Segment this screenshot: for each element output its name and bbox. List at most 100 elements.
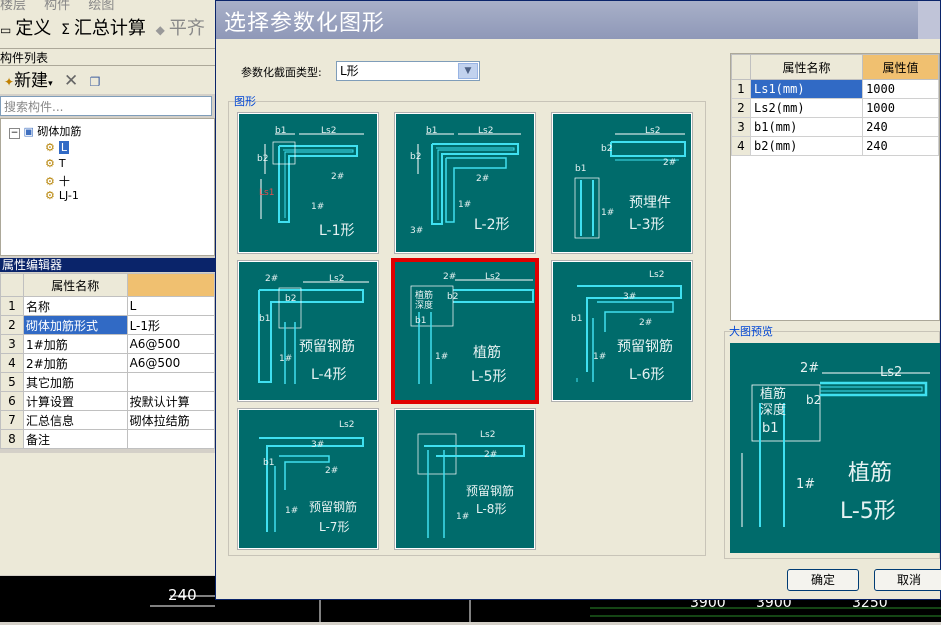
property-value[interactable]: L-1形 [126,315,216,335]
row-number: 2 [731,98,751,118]
close-button[interactable] [918,1,940,39]
attribute-name: Ls1(mm) [749,79,864,99]
search-input[interactable]: 搜索构件... [0,96,212,116]
dim-label: Ls2 [478,126,494,136]
table-row[interactable]: 3 b1(mm) 240 [731,117,939,137]
table-row[interactable]: 6 计算设置 按默认计算 [0,391,216,411]
property-value[interactable]: 按默认计算 [126,391,216,411]
bar-label: 1# [593,352,607,362]
tree-item-L[interactable]: ⚙ L [45,141,70,154]
bar-label: 2# [331,172,345,182]
menu-floor[interactable]: 楼层 [0,0,26,13]
bar-label: 2# [663,158,677,168]
property-value[interactable]: A6@500 [126,353,216,373]
ping-icon: ◆ [155,23,165,37]
shape-thumb-L-8[interactable]: Ls2 2# 1# 预留钢筋 L-8形 [395,409,535,549]
bar-label: 1# [601,208,615,218]
shape-thumb-L-5[interactable]: 2# Ls2 植筋 深度 b2 b1 1# 植筋 L-5形 [391,258,539,404]
shape-diagram [259,437,364,532]
property-value[interactable] [126,429,216,449]
section-type-select[interactable]: L形 ▼ [336,61,480,81]
row-number: 1 [731,79,751,99]
summary-button[interactable]: 汇总计算 [74,18,146,39]
property-value[interactable]: A6@500 [126,334,216,354]
tree-item-T[interactable]: ⚙ T [45,157,66,170]
dropdown-arrow-icon[interactable]: ▾ [48,79,53,89]
table-row[interactable]: 1 名称 L [0,296,216,316]
copy-icon[interactable]: ❐ [90,75,101,89]
table-row[interactable]: 2 砌体加筋形式 L-1形 [0,315,216,335]
dim-label: b1 [575,164,587,174]
define-icon: ▭ [0,23,12,37]
table-row[interactable]: 4 b2(mm) 240 [731,136,939,156]
attribute-table: 属性名称 属性值 1 Ls1(mm) 1000 2 Ls2(mm) 1000 3 b1(mm)… [731,54,939,156]
shape-label: L-3形 [629,217,665,233]
tree-root[interactable]: − ▣ 砌体加筋 [9,123,81,139]
shape-thumb-L-2[interactable]: b1 Ls2 b2 2# 1# 3# L-2形 [395,113,535,253]
bar-label: 1# [311,202,325,212]
shape-label: L-5形 [471,369,507,385]
bar-label: 3# [311,440,325,450]
attribute-value[interactable]: 240 [862,117,939,137]
shape-thumb-L-4[interactable]: 2# Ls2 b2 b1 1# 预留钢筋 L-4形 [238,261,378,401]
menu-component[interactable]: 构件 [44,0,70,13]
delete-icon[interactable]: ✕ [64,71,78,91]
dim-label: b1 [415,316,427,326]
attribute-value[interactable]: 1000 [862,79,939,99]
table-row[interactable]: 3 1#加筋 A6@500 [0,334,216,354]
shape-label: 预留钢筋 [309,500,358,514]
table-row[interactable]: 1 Ls1(mm) 1000 [731,79,939,99]
dim-label: b2 [410,152,422,162]
chevron-down-icon[interactable]: ▼ [458,63,478,79]
dim-label: Ls2 [485,272,501,282]
shape-label: 预留钢筋 [299,339,355,355]
attribute-value[interactable]: 1000 [862,98,939,118]
bar-label: 2# [476,174,490,184]
attribute-value[interactable]: 240 [862,136,939,156]
ok-button[interactable]: 确定 [787,569,859,591]
table-row[interactable]: 5 其它加筋 [0,372,216,392]
dialog-title: 选择参数化图形 [224,11,386,36]
property-value[interactable] [126,372,216,392]
property-name: 备注 [23,429,128,449]
ping-button[interactable]: 平齐 [169,18,205,39]
menu-draw[interactable]: 绘图 [88,0,114,13]
column-header-value: 属性值 [862,54,939,80]
bar-label: 2# [325,466,339,476]
table-row[interactable]: 4 2#加筋 A6@500 [0,353,216,373]
shape-thumb-L-1[interactable]: b1 Ls2 b2 Ls1 2# 1# L-1形 [238,113,378,253]
tree-item-LJ-1[interactable]: ⚙ LJ-1 [45,189,79,202]
new-button[interactable]: 新建 [14,71,48,91]
gear-icon: ⚙ [45,157,55,170]
shape-diagram [576,285,682,382]
dialog-titlebar[interactable]: 选择参数化图形 [216,1,940,39]
shape-thumb-L-7[interactable]: Ls2 3# 2# b1 1# 预留钢筋 L-7形 [238,409,378,549]
bar-label: 2# [800,361,820,376]
new-icon: ✦ [4,75,15,89]
property-value[interactable]: L [126,296,216,316]
shape-thumb-L-6[interactable]: Ls2 3# 2# b1 1# 预留钢筋 L-6形 [552,261,692,401]
depth-label: 深度 [415,301,434,311]
tree-item-cross[interactable]: ⚙ 十 [45,173,70,189]
collapse-icon[interactable]: − [9,128,20,139]
shape-label: L-1形 [319,223,355,239]
property-value[interactable]: 砌体拉结筋 [126,410,216,430]
attribute-name: b1(mm) [749,117,864,137]
row-number: 4 [0,353,24,373]
row-number: 7 [0,410,24,430]
property-name: 其它加筋 [23,372,128,392]
cancel-button[interactable]: 取消 [874,569,941,591]
shape-diagram [410,279,534,384]
shape-thumb-L-3[interactable]: Ls2 b2 2# b1 1# 预埋件 L-3形 [552,113,692,253]
table-row[interactable]: 8 备注 [0,429,216,449]
table-row[interactable]: 7 汇总信息 砌体拉结筋 [0,410,216,430]
dim-label: b2 [601,144,613,154]
section-type-label: 参数化截面类型: [241,66,322,79]
row-number: 6 [0,391,24,411]
dim-label: Ls2 [339,420,355,430]
table-row[interactable]: 2 Ls2(mm) 1000 [731,98,939,118]
shape-label: 预留钢筋 [466,484,515,498]
shape-label: L-4形 [311,367,347,383]
define-button[interactable]: 定义 [15,18,51,39]
table-header: 属性名称 [0,273,216,297]
